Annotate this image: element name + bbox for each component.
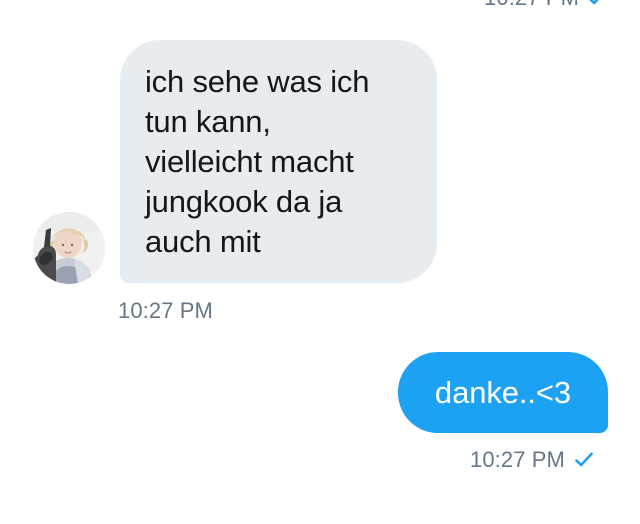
sent-message-meta: 10:27 PM (470, 448, 593, 472)
top-message-meta: 10:27 PM (484, 0, 606, 9)
sent-message-timestamp: 10:27 PM (470, 447, 565, 472)
checkmark-icon (588, 0, 606, 6)
received-message-bubble[interactable]: ich sehe was ich tun kann, vielleicht ma… (120, 40, 437, 283)
received-message-line: vielleicht macht (145, 144, 354, 179)
received-message-timestamp: 10:27 PM (118, 298, 213, 323)
top-timestamp: 10:27 PM (484, 0, 579, 9)
sent-message-text: danke..<3 (434, 375, 572, 410)
checkmark-icon (575, 452, 593, 468)
received-message-line: ich sehe was ich (145, 64, 370, 99)
received-message-line: auch mit (145, 224, 261, 259)
avatar[interactable] (33, 212, 105, 284)
received-message-line: tun kann, (145, 104, 271, 139)
received-message-line: jungkook da ja (145, 184, 343, 219)
sent-message-bubble[interactable]: danke..<3 (398, 352, 608, 433)
avatar-icon (33, 212, 105, 284)
